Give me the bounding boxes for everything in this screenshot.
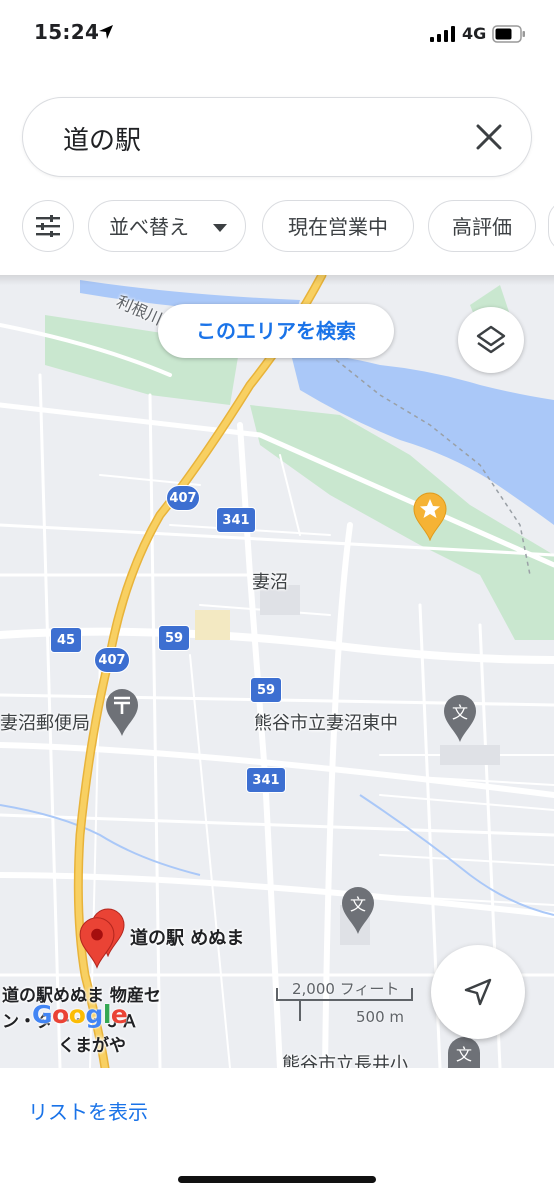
status-bar: 15:24 4G (0, 0, 554, 70)
route-shield-407-b: 407 (94, 647, 130, 673)
more-chip[interactable] (548, 200, 554, 252)
route-shield-59: 59 (158, 625, 190, 651)
top-rated-chip[interactable]: 高評価 (428, 200, 536, 252)
starred-place-pin-icon[interactable] (412, 491, 448, 545)
result-pin-icon[interactable] (78, 915, 116, 973)
area-label-menuma: 妻沼 (252, 572, 288, 593)
open-now-label: 現在営業中 (288, 215, 388, 239)
map-scale: 2,000 フィート 500 m (276, 976, 416, 1030)
home-indicator[interactable] (178, 1176, 376, 1183)
route-shield-45: 45 (50, 627, 82, 653)
route-shield-59-b: 59 (250, 677, 282, 703)
location-arrow-icon (98, 24, 114, 44)
school-pin-icon-2[interactable]: 文 (340, 885, 376, 939)
sort-label: 並べ替え (109, 215, 189, 239)
navigation-arrow-icon (464, 978, 492, 1006)
network-type: 4G (462, 24, 487, 43)
route-shield-341: 341 (216, 507, 256, 533)
layers-button[interactable] (458, 307, 524, 373)
search-query[interactable]: 道の駅 (63, 120, 141, 157)
google-logo: Google (32, 1000, 128, 1029)
route-shield-341-b: 341 (246, 767, 286, 793)
school-pin-icon-3[interactable]: 文 (446, 1035, 482, 1068)
status-time: 15:24 (34, 20, 100, 44)
school-label-1: 熊谷市立妻沼東中 (254, 713, 398, 734)
bottom-sheet: リストを表示 (0, 1068, 554, 1200)
top-rated-label: 高評価 (452, 215, 512, 239)
svg-text:文: 文 (350, 895, 366, 914)
scale-meters: 500 m (356, 1008, 405, 1026)
search-bar[interactable]: 道の駅 (22, 97, 532, 177)
sliders-icon (36, 215, 60, 237)
result-label-2-line3[interactable]: くまがや (58, 1031, 126, 1056)
open-now-chip[interactable]: 現在営業中 (262, 200, 414, 252)
dropdown-arrow-icon (213, 224, 227, 232)
sort-chip[interactable]: 並べ替え (88, 200, 246, 252)
signal-icon (430, 26, 456, 46)
close-icon[interactable] (473, 121, 505, 153)
map-view[interactable]: 利根川 妻沼 妻沼郵便局 熊谷市立妻沼東中 熊谷市立長井小 道の駅 めぬま 道の… (0, 275, 554, 1068)
result-label-1[interactable]: 道の駅 めぬま (130, 924, 244, 950)
scale-feet: 2,000 フィート (292, 980, 400, 998)
svg-text:文: 文 (456, 1045, 472, 1064)
post-office-pin-icon[interactable] (104, 687, 140, 741)
top-shadow (0, 275, 554, 285)
filter-chips: 並べ替え 現在営業中 高評価 (0, 200, 554, 256)
search-this-area-button[interactable]: このエリアを検索 (158, 304, 394, 358)
svg-text:文: 文 (452, 703, 468, 722)
post-office-label: 妻沼郵便局 (0, 713, 90, 734)
school-pin-icon[interactable]: 文 (442, 693, 478, 747)
route-shield-407: 407 (166, 485, 200, 511)
school-label-2: 熊谷市立長井小 (282, 1054, 408, 1068)
show-list-button[interactable]: リストを表示 (28, 1096, 148, 1125)
battery-icon (492, 25, 526, 47)
filter-button[interactable] (22, 200, 74, 252)
layers-icon (476, 325, 506, 354)
my-location-button[interactable] (431, 945, 525, 1039)
